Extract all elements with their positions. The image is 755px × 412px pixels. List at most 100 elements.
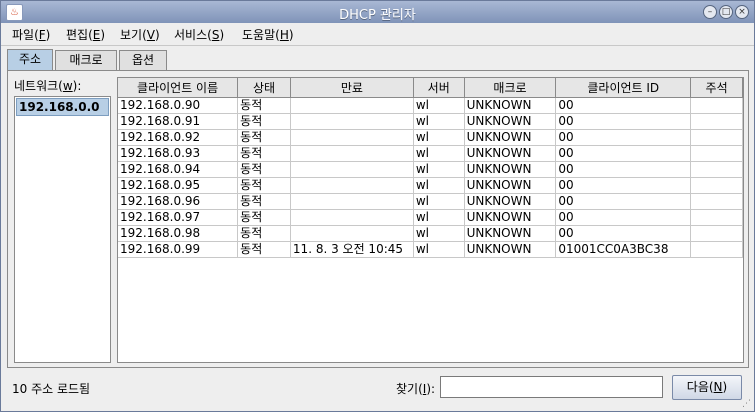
column-header-client-name[interactable]: 클라이언트 이름 — [118, 78, 239, 98]
cell-server: wl — [413, 97, 465, 114]
table-row[interactable]: 192.168.0.94 동적 wl UNKNOWN 00 — [118, 161, 743, 178]
column-header-macro[interactable]: 매크로 — [464, 78, 557, 98]
find-label: 찾기(I): — [396, 382, 436, 396]
menu-bar: 파일(F) 편집(E) 보기(V) 서비스(S) 도움말(H) — [1, 23, 754, 46]
title-bar[interactable]: ♨ DHCP 관리자 – □ × — [1, 1, 754, 23]
cell-macro: UNKNOWN — [464, 225, 557, 242]
cell-status: 동적 — [237, 145, 291, 162]
cell-comment — [690, 177, 743, 194]
table-row[interactable]: 192.168.0.93 동적 wl UNKNOWN 00 — [118, 145, 743, 162]
table-row[interactable]: 192.168.0.99 동적 11. 8. 3 오전 10:45 wl UNKNOWN… — [118, 241, 743, 258]
column-header-server[interactable]: 서버 — [413, 78, 465, 98]
cell-client-name: 192.168.0.96 — [118, 193, 239, 210]
cell-client-id: 00 — [555, 209, 692, 226]
cell-server: wl — [413, 177, 465, 194]
cell-expires — [290, 177, 414, 194]
cell-comment — [690, 241, 743, 258]
cell-comment — [690, 193, 743, 210]
cell-status: 동적 — [237, 161, 291, 178]
cell-expires — [290, 193, 414, 210]
cell-client-id: 00 — [555, 225, 692, 242]
status-bar: 10 주소 로드됨 찾기(I): 다음(N) ⋰ — [1, 371, 754, 411]
cell-status: 동적 — [237, 193, 291, 210]
cell-comment — [690, 129, 743, 146]
network-item[interactable]: 192.168.0.0 — [16, 98, 109, 116]
cell-server: wl — [413, 129, 465, 146]
addresses-panel: 네트워크(w): 192.168.0.0 클라이언트 이름 상태 만료 서버 매… — [7, 70, 749, 368]
next-button[interactable]: 다음(N) — [672, 375, 742, 400]
close-icon[interactable]: × — [735, 5, 749, 19]
cell-comment — [690, 113, 743, 130]
tab-options[interactable]: 옵션 — [119, 50, 167, 70]
cell-expires — [290, 209, 414, 226]
maximize-icon[interactable]: □ — [719, 5, 733, 19]
cell-status: 동적 — [237, 97, 291, 114]
cell-expires — [290, 225, 414, 242]
cell-server: wl — [413, 209, 465, 226]
cell-client-name: 192.168.0.91 — [118, 113, 239, 130]
menu-view[interactable]: 보기(V) — [120, 26, 160, 43]
cell-client-name: 192.168.0.90 — [118, 97, 239, 114]
dhcp-manager-window: ♨ DHCP 관리자 – □ × 파일(F) 편집(E) 보기(V) 서비스(S… — [0, 0, 755, 412]
cell-client-name: 192.168.0.92 — [118, 129, 239, 146]
cell-macro: UNKNOWN — [464, 177, 557, 194]
table-row[interactable]: 192.168.0.90 동적 wl UNKNOWN 00 — [118, 97, 743, 114]
table-row[interactable]: 192.168.0.91 동적 wl UNKNOWN 00 — [118, 113, 743, 130]
cell-macro: UNKNOWN — [464, 113, 557, 130]
window-title: DHCP 관리자 — [339, 8, 416, 23]
cell-status: 동적 — [237, 129, 291, 146]
cell-macro: UNKNOWN — [464, 97, 557, 114]
table-row[interactable]: 192.168.0.98 동적 wl UNKNOWN 00 — [118, 225, 743, 242]
network-label: 네트워크(w): — [14, 79, 82, 93]
menu-services[interactable]: 서비스(S) — [174, 26, 224, 43]
status-text: 10 주소 로드됨 — [12, 382, 91, 396]
cell-server: wl — [413, 145, 465, 162]
cell-comment — [690, 209, 743, 226]
table-row[interactable]: 192.168.0.92 동적 wl UNKNOWN 00 — [118, 129, 743, 146]
cell-macro: UNKNOWN — [464, 209, 557, 226]
menu-file[interactable]: 파일(F) — [12, 26, 50, 43]
cell-comment — [690, 145, 743, 162]
cell-client-name: 192.168.0.98 — [118, 225, 239, 242]
resize-grip-icon[interactable]: ⋰ — [742, 399, 752, 409]
cell-client-name: 192.168.0.94 — [118, 161, 239, 178]
minimize-icon[interactable]: – — [703, 5, 717, 19]
cell-client-id: 00 — [555, 113, 692, 130]
menu-help[interactable]: 도움말(H) — [242, 26, 294, 43]
cell-client-name: 192.168.0.97 — [118, 209, 239, 226]
cell-client-id: 00 — [555, 129, 692, 146]
cell-server: wl — [413, 113, 465, 130]
cell-comment — [690, 97, 743, 114]
cell-comment — [690, 161, 743, 178]
find-input[interactable] — [440, 376, 663, 398]
cell-macro: UNKNOWN — [464, 193, 557, 210]
column-header-status[interactable]: 상태 — [237, 78, 291, 98]
cell-expires — [290, 97, 414, 114]
network-list[interactable]: 192.168.0.0 — [14, 96, 111, 363]
tab-addresses[interactable]: 주소 — [7, 49, 53, 71]
table-row[interactable]: 192.168.0.95 동적 wl UNKNOWN 00 — [118, 177, 743, 194]
table-row[interactable]: 192.168.0.96 동적 wl UNKNOWN 00 — [118, 193, 743, 210]
column-header-comment[interactable]: 주석 — [690, 78, 743, 98]
cell-macro: UNKNOWN — [464, 145, 557, 162]
cell-status: 동적 — [237, 241, 291, 258]
cell-expires — [290, 129, 414, 146]
cell-expires — [290, 161, 414, 178]
address-table-grid: 클라이언트 이름 상태 만료 서버 매크로 클라이언트 ID 주석 192.16… — [118, 78, 743, 258]
column-header-client-id[interactable]: 클라이언트 ID — [555, 78, 692, 98]
cell-client-name: 192.168.0.95 — [118, 177, 239, 194]
menu-edit[interactable]: 편집(E) — [66, 26, 105, 43]
cell-expires: 11. 8. 3 오전 10:45 — [290, 241, 414, 258]
cell-client-name: 192.168.0.93 — [118, 145, 239, 162]
cell-client-id: 00 — [555, 145, 692, 162]
cell-status: 동적 — [237, 225, 291, 242]
address-table[interactable]: 클라이언트 이름 상태 만료 서버 매크로 클라이언트 ID 주석 192.16… — [117, 77, 744, 363]
cell-client-id: 00 — [555, 177, 692, 194]
column-header-expires[interactable]: 만료 — [290, 78, 414, 98]
cell-status: 동적 — [237, 177, 291, 194]
cell-client-id: 00 — [555, 193, 692, 210]
table-row[interactable]: 192.168.0.97 동적 wl UNKNOWN 00 — [118, 209, 743, 226]
tab-macros[interactable]: 매크로 — [55, 50, 117, 70]
cell-client-id: 00 — [555, 161, 692, 178]
cell-comment — [690, 225, 743, 242]
